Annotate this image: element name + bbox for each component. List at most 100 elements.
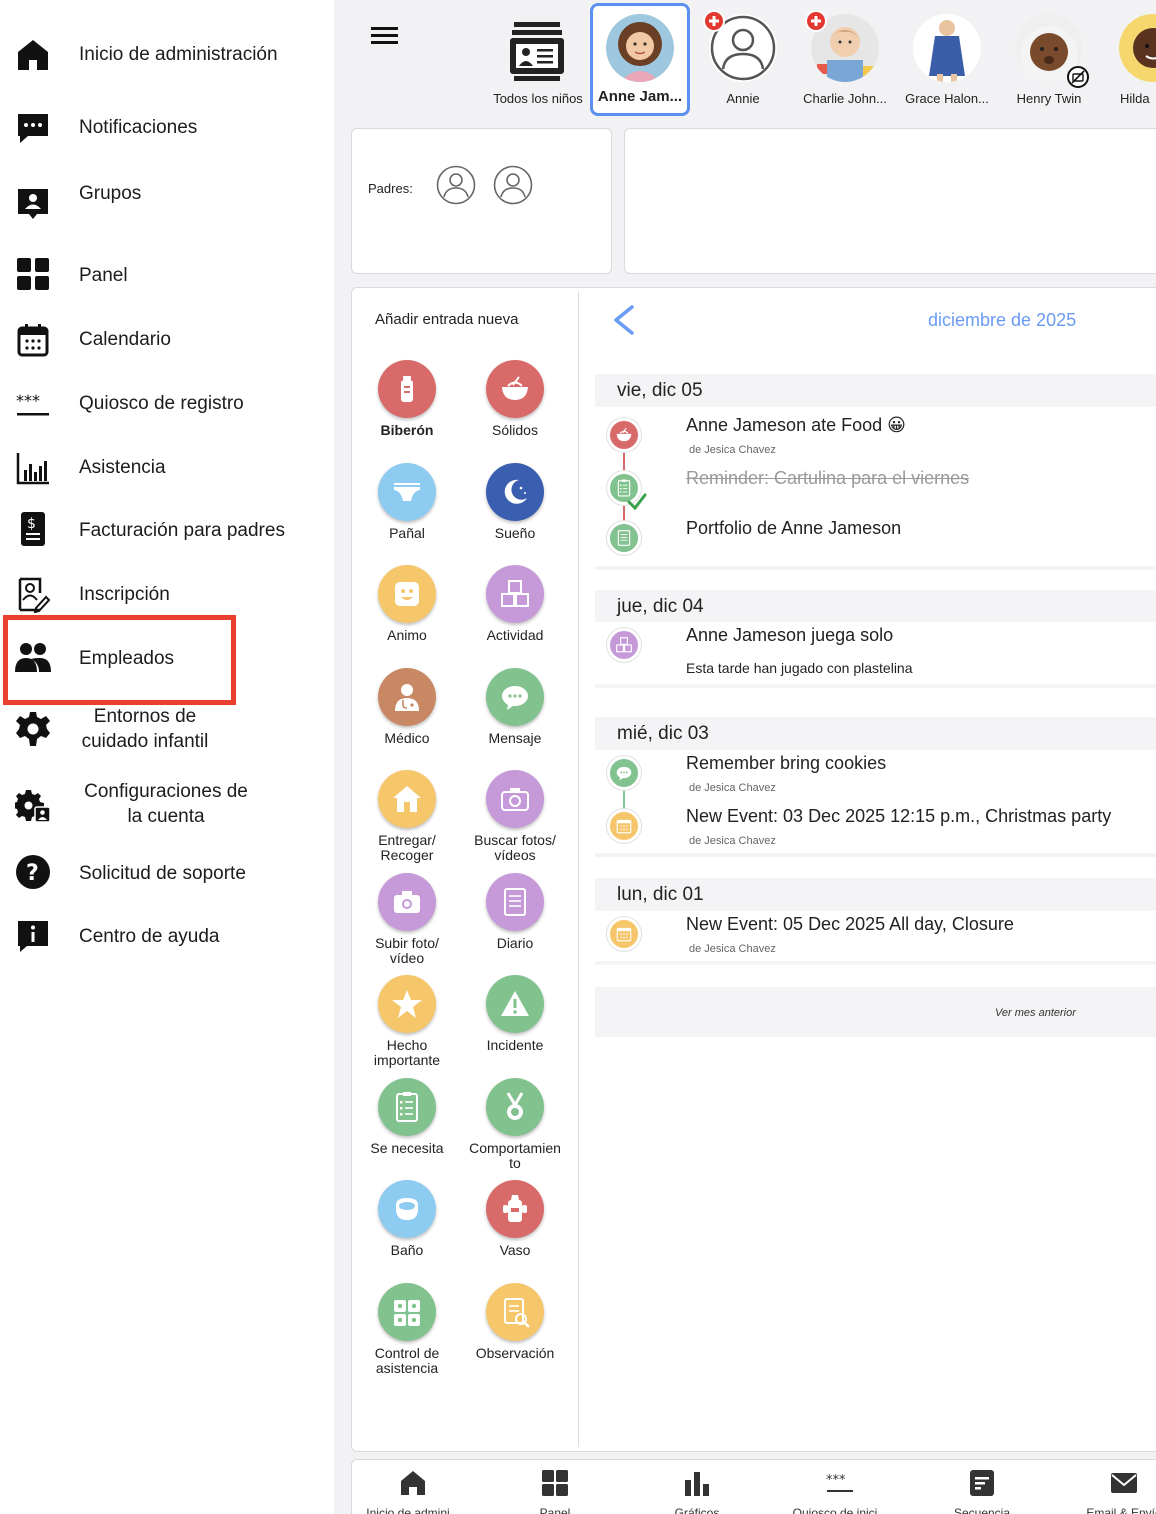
label-line: to bbox=[509, 1154, 521, 1171]
child-tab-anne-jameson[interactable]: Anne Jam... bbox=[590, 3, 690, 116]
notes-card bbox=[624, 128, 1156, 274]
event-author: de Jesica Chavez bbox=[689, 943, 776, 955]
entry-label: Control de asistencia bbox=[348, 1345, 466, 1376]
child-tab-all[interactable]: Todos los niños bbox=[488, 6, 588, 114]
document-icon bbox=[967, 1468, 997, 1498]
calendar-icon bbox=[607, 809, 641, 843]
child-name: Henry Twin bbox=[1016, 91, 1082, 106]
sidebar-item-childcare-settings[interactable]: Entornos de cuidado infantil bbox=[0, 700, 334, 760]
hamburger-menu-button[interactable] bbox=[370, 22, 400, 50]
sidebar: Inicio de administración Notificaciones … bbox=[0, 0, 334, 1514]
event-title: Anne Jameson juega solo bbox=[686, 625, 894, 645]
moon-icon bbox=[486, 462, 544, 521]
bottom-tab-label: Gráficos bbox=[674, 1506, 720, 1514]
bottom-tab-home[interactable]: Inicio de admini... bbox=[348, 1466, 478, 1514]
sidebar-item-label: Quiosco de registro bbox=[79, 393, 244, 414]
menu-icon bbox=[371, 27, 398, 44]
bottle-icon bbox=[378, 360, 436, 418]
entry-label: Animo bbox=[387, 627, 427, 643]
chevron-left-icon bbox=[614, 305, 634, 335]
message-icon bbox=[607, 756, 641, 790]
group-badge-icon bbox=[14, 185, 52, 223]
child-tab-henry[interactable]: Henry Twin bbox=[999, 6, 1099, 114]
parent-avatar-icon[interactable] bbox=[493, 165, 533, 205]
child-tab-charlie[interactable]: Charlie John... bbox=[795, 6, 895, 114]
label-line: Configuraciones de bbox=[84, 781, 248, 802]
bottom-tab-asterisks[interactable]: *** Quiosco de inici... bbox=[775, 1466, 905, 1514]
entry-label: Biberón bbox=[380, 422, 434, 438]
child-tab-hilda[interactable]: Hilda bbox=[1101, 6, 1156, 114]
avatar bbox=[913, 14, 981, 82]
entry-label: Pañal bbox=[389, 524, 425, 541]
previous-month-label: Ver mes anterior bbox=[995, 1007, 1076, 1019]
blocks-icon bbox=[486, 565, 544, 623]
label-line: importante bbox=[373, 1052, 441, 1068]
bar-chart-icon bbox=[682, 1468, 712, 1498]
event-author: de Jesica Chavez bbox=[689, 835, 776, 847]
event-author: de Jesica Chavez bbox=[689, 782, 776, 794]
bottom-tab-label: Email & Envío bbox=[1086, 1506, 1156, 1514]
sidebar-item-help-center[interactable]: Centro de ayuda bbox=[0, 906, 334, 966]
sidebar-item-groups[interactable]: Grupos bbox=[0, 163, 334, 223]
sidebar-item-attendance[interactable]: Asistencia bbox=[0, 437, 334, 497]
bottom-tab-mail[interactable]: Email & Envío bbox=[1059, 1466, 1156, 1514]
bottom-tab-document[interactable]: Secuencia bbox=[917, 1466, 1047, 1514]
entry-label: Sólidos bbox=[492, 422, 538, 438]
invoice-icon: $ bbox=[14, 510, 52, 548]
previous-month-link[interactable]: Ver mes anterior bbox=[595, 987, 1156, 1037]
grid-icon bbox=[14, 255, 52, 293]
warning-icon bbox=[486, 975, 544, 1033]
sidebar-item-label: Asistencia bbox=[79, 457, 166, 478]
camera-icon bbox=[486, 770, 544, 828]
event-title: Portfolio de Anne Jameson bbox=[686, 518, 902, 538]
asterisks-icon: *** bbox=[14, 385, 52, 423]
bowl-icon bbox=[607, 418, 641, 452]
alert-badge-icon bbox=[703, 10, 725, 32]
entry-label: Baño bbox=[390, 1242, 424, 1258]
diaper-icon bbox=[378, 462, 436, 521]
sidebar-item-calendar[interactable]: Calendario bbox=[0, 309, 334, 369]
child-name: Hilda bbox=[1120, 91, 1150, 106]
sidebar-item-panel[interactable]: Panel bbox=[0, 245, 334, 305]
event-title: New Event: 03 Dec 2025 12:15 p.m., Chris… bbox=[686, 806, 1112, 826]
child-tab-grace[interactable]: Grace Halon... bbox=[897, 6, 997, 114]
sidebar-item-admin-home[interactable]: Inicio de administración bbox=[0, 24, 334, 84]
account-settings-icon bbox=[14, 787, 52, 825]
sidebar-item-parent-billing[interactable]: $ Facturación para padres bbox=[0, 500, 334, 560]
avatar bbox=[606, 14, 674, 82]
label-line: Entornos de bbox=[93, 706, 197, 727]
journal-icon bbox=[607, 521, 641, 555]
parent-avatar-icon[interactable] bbox=[436, 165, 476, 205]
question-icon: ? bbox=[14, 853, 52, 891]
child-name: Annie bbox=[726, 91, 760, 106]
label-line: Entregar/ bbox=[378, 832, 436, 848]
enrollment-icon bbox=[14, 576, 52, 614]
camera-upload-icon bbox=[378, 872, 436, 931]
chat-bubble-icon bbox=[14, 109, 52, 147]
bottom-tab-bar-chart[interactable]: Gráficos bbox=[632, 1466, 762, 1514]
child-tab-annie[interactable]: Annie bbox=[693, 6, 793, 114]
home-icon bbox=[398, 1468, 428, 1498]
selection-highlight bbox=[3, 615, 236, 705]
entry-label: Médico bbox=[384, 729, 430, 746]
sidebar-item-account-settings[interactable]: Configuraciones de la cuenta bbox=[0, 775, 334, 835]
label-line: Subir foto/ bbox=[375, 934, 439, 951]
bottom-tab-grid[interactable]: Panel bbox=[490, 1466, 620, 1514]
sippy-cup-icon bbox=[486, 1180, 544, 1238]
day-header: mié, dic 03 bbox=[617, 723, 709, 744]
entry-label: Buscar fotos/vídeos bbox=[456, 833, 574, 863]
sidebar-item-label: Facturación para padres bbox=[79, 520, 285, 541]
bottom-tab-label: Quiosco de inici... bbox=[792, 1506, 888, 1514]
checklist-icon bbox=[378, 1077, 436, 1136]
previous-month-button[interactable] bbox=[610, 304, 640, 336]
svg-text:***: *** bbox=[826, 1473, 846, 1488]
sidebar-item-checkin-kiosk[interactable]: *** Quiosco de registro bbox=[0, 373, 334, 433]
sidebar-item-support-request[interactable]: ? Solicitud de soporte bbox=[0, 843, 334, 903]
asterisks-icon: *** bbox=[825, 1468, 855, 1498]
sidebar-item-notifications[interactable]: Notificaciones bbox=[0, 97, 334, 157]
gear-icon bbox=[14, 710, 52, 748]
bottom-tab-label: Secuencia bbox=[953, 1506, 1011, 1514]
event-title: Remember bring cookies bbox=[686, 753, 887, 773]
message-icon bbox=[486, 667, 544, 726]
potty-icon bbox=[378, 1180, 436, 1238]
